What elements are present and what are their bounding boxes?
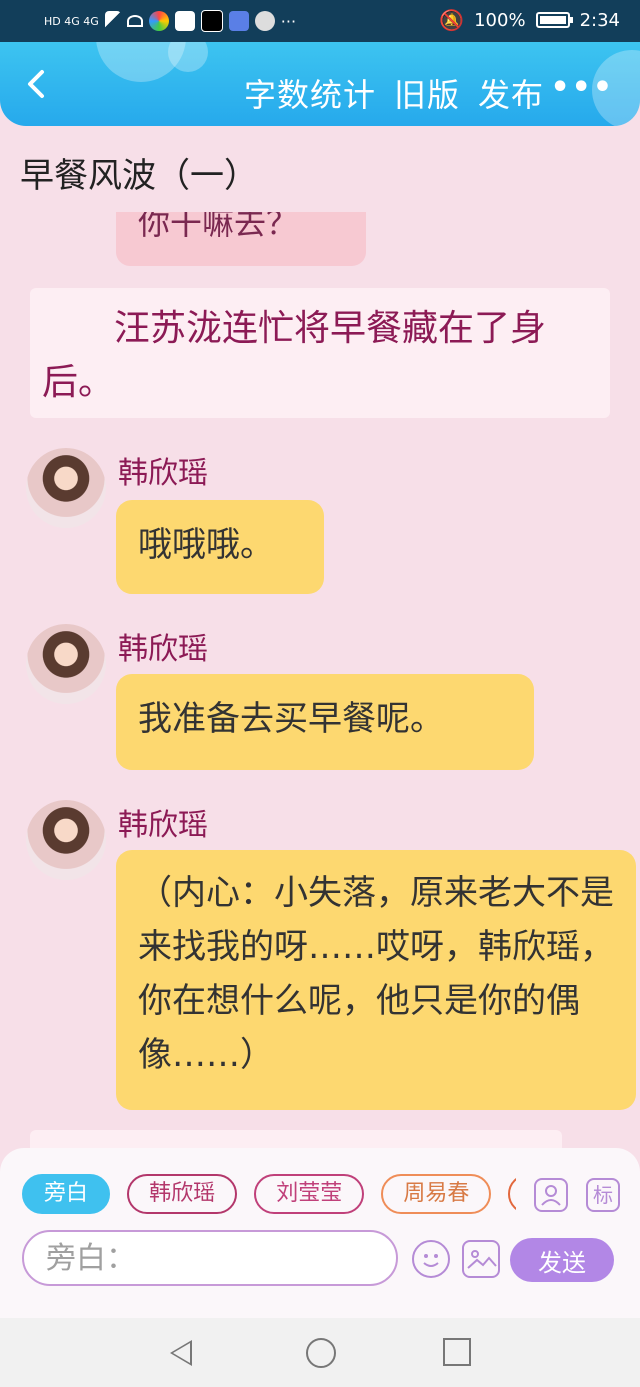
battery-icon <box>535 12 573 28</box>
person-icon <box>541 1185 561 1206</box>
back-arrow-icon[interactable] <box>20 66 56 102</box>
message-bubble[interactable]: 哦哦哦。 <box>116 500 324 594</box>
input-panel: 旁白 韩欣瑶 刘莹莹 周易春 汪 标 发送 <box>0 1148 640 1318</box>
emoji-icon[interactable] <box>412 1240 450 1278</box>
header-actions: 字数统计 旧版 发布 <box>244 70 544 116</box>
avatar[interactable] <box>26 448 106 528</box>
publish-button[interactable]: 发布 <box>478 70 544 116</box>
sender-name: 韩欣瑶 <box>118 456 208 491</box>
chat-area[interactable]: 你干嘛去？ 汪苏泷连忙将早餐藏在了身后。 韩欣瑶 哦哦哦。 韩欣瑶 我准备去买早… <box>0 212 640 1148</box>
image-icon[interactable] <box>462 1240 500 1278</box>
avatar[interactable] <box>26 800 106 880</box>
status-bar: HD 4G 4G ··· 🔕 100% 2:34 <box>0 0 640 42</box>
message-text: 我准备去买早餐呢。 <box>138 699 444 739</box>
tiktok-icon <box>200 10 223 32</box>
app-icon-cloud <box>174 11 195 31</box>
signal-icon <box>104 11 121 31</box>
role-chip-wang[interactable]: 汪 <box>508 1174 516 1214</box>
partial-message-text: 你干嘛去？ <box>138 212 299 242</box>
message-bubble[interactable]: （内心：小失落，原来老大不是来找我的呀……哎呀，韩欣瑶，你在想什么呢，他只是你的… <box>116 850 636 1110</box>
system-nav-bar <box>0 1318 640 1387</box>
narration-block-next[interactable] <box>30 1130 562 1148</box>
picture-icon <box>467 1250 497 1269</box>
wechat-icon <box>254 11 275 31</box>
battery-percent: 100% <box>474 9 526 31</box>
more-menu-icon[interactable]: ••• <box>550 70 614 105</box>
network-indicator: HD 4G 4G <box>44 14 99 28</box>
message-text: 哦哦哦。 <box>138 525 274 565</box>
mute-bell-icon: 🔕 <box>439 8 465 32</box>
word-count-button[interactable]: 字数统计 <box>244 70 376 116</box>
role-chip-zhouyichun[interactable]: 周易春 <box>381 1174 492 1214</box>
sender-name: 韩欣瑶 <box>118 632 208 667</box>
wifi-icon <box>126 15 143 27</box>
page-title: 早餐风波（一） <box>20 156 258 196</box>
message-bubble[interactable]: 我准备去买早餐呢。 <box>116 674 534 770</box>
more-notifications-icon: ··· <box>280 11 297 31</box>
narration-text: 汪苏泷连忙将早餐藏在了身后。 <box>42 308 547 403</box>
nav-home-icon[interactable] <box>306 1338 336 1368</box>
narration-block[interactable]: 汪苏泷连忙将早餐藏在了身后。 <box>30 288 610 418</box>
role-chip-liuyingying[interactable]: 刘莹莹 <box>254 1174 365 1214</box>
app-icon-colorful <box>148 11 169 31</box>
app-header: 字数统计 旧版 发布 ••• <box>0 42 640 126</box>
old-version-button[interactable]: 旧版 <box>394 70 460 116</box>
role-chip-hanxinyao[interactable]: 韩欣瑶 <box>127 1174 238 1214</box>
send-button[interactable]: 发送 <box>510 1238 614 1282</box>
nav-back-icon[interactable] <box>170 1340 192 1366</box>
narration-input[interactable] <box>22 1230 398 1286</box>
smile-icon <box>423 1254 439 1267</box>
role-chip-row[interactable]: 旁白 韩欣瑶 刘莹莹 周易春 汪 <box>22 1174 516 1218</box>
clock: 2:34 <box>579 9 620 31</box>
status-left: HD 4G 4G ··· <box>44 6 296 36</box>
role-chip-narrator[interactable]: 旁白 <box>22 1174 111 1214</box>
avatar[interactable] <box>26 624 106 704</box>
tag-button[interactable]: 标 <box>586 1178 620 1212</box>
music-icon <box>228 11 249 31</box>
nav-recents-icon[interactable] <box>443 1338 471 1366</box>
status-right: 🔕 100% 2:34 <box>439 8 620 32</box>
role-manage-icon[interactable] <box>534 1178 568 1212</box>
partial-message-bubble: 你干嘛去？ <box>116 212 366 266</box>
sender-name: 韩欣瑶 <box>118 808 208 843</box>
message-text: （内心：小失落，原来老大不是来找我的呀……哎呀，韩欣瑶，你在想什么呢，他只是你的… <box>138 873 614 1075</box>
